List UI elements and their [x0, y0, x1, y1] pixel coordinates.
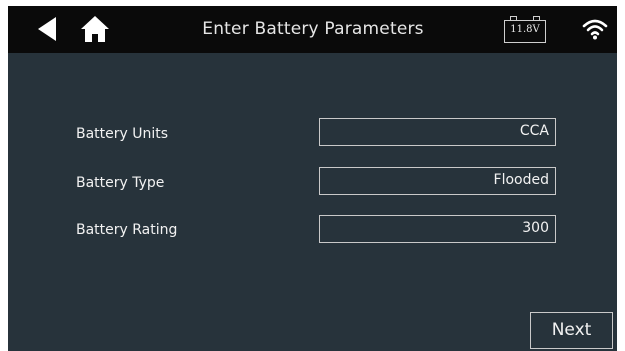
battery-units-label: Battery Units: [76, 126, 169, 142]
battery-voltage: 11.8V: [510, 24, 540, 35]
back-button[interactable]: [36, 16, 60, 42]
back-arrow-icon: [38, 17, 56, 41]
device-screen: Enter Battery Parameters 11.8V Battery U…: [8, 6, 617, 351]
battery-type-label: Battery Type: [76, 175, 165, 191]
wifi-status: [582, 18, 608, 40]
home-icon: [81, 16, 109, 42]
battery-units-field[interactable]: CCA: [319, 118, 556, 146]
home-button[interactable]: [80, 14, 110, 44]
next-button[interactable]: Next: [530, 312, 613, 349]
battery-rating-label: Battery Rating: [76, 222, 178, 238]
page-title: Enter Battery Parameters: [202, 19, 424, 39]
battery-rating-field[interactable]: 300: [319, 215, 556, 243]
wifi-icon: [582, 19, 608, 40]
top-bar: Enter Battery Parameters 11.8V: [8, 6, 617, 53]
battery-type-field[interactable]: Flooded: [319, 167, 556, 195]
battery-indicator: 11.8V: [504, 16, 546, 43]
